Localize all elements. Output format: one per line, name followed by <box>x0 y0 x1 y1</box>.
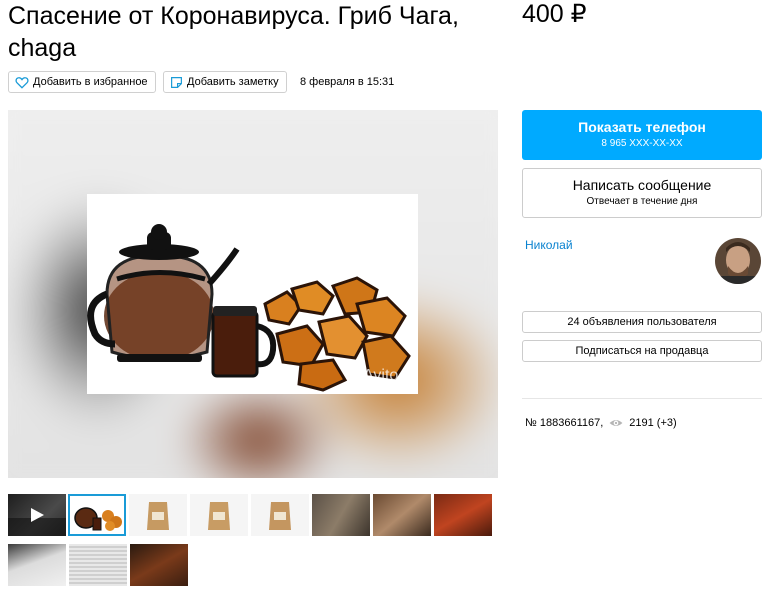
chaga-tea-photo: Avito <box>87 224 411 392</box>
seller-listings-button[interactable]: 24 объявления пользователя <box>522 311 762 333</box>
thumbnail-bag-1[interactable] <box>129 494 187 536</box>
avito-watermark: Avito <box>345 367 398 384</box>
show-phone-button[interactable]: Показать телефон 8 965 XXX-XX-XX <box>522 110 762 160</box>
main-photo[interactable]: Avito <box>87 194 418 394</box>
seller-name-link[interactable]: Николай <box>525 238 573 252</box>
view-count: 2191 (+3) <box>629 417 677 429</box>
thumbnail-photo-7[interactable] <box>373 494 431 536</box>
divider <box>522 398 762 399</box>
phone-masked: 8 965 XXX-XX-XX <box>601 138 683 149</box>
thumbnail-photo-10[interactable] <box>69 544 127 586</box>
publish-date: 8 февраля в 15:31 <box>300 76 395 88</box>
thumbnail-bag-2[interactable] <box>190 494 248 536</box>
thumbnail-photo-11[interactable] <box>130 544 188 586</box>
reply-time-hint: Отвечает в течение дня <box>586 196 698 207</box>
listing-price: 400 ₽ <box>522 0 587 28</box>
thumbnail-bag-3[interactable] <box>251 494 309 536</box>
seller-avatar[interactable] <box>715 238 761 284</box>
thumbnail-photo-6[interactable] <box>312 494 370 536</box>
play-icon <box>8 508 66 536</box>
heart-outline-icon <box>15 76 29 89</box>
subscribe-seller-button[interactable]: Подписаться на продавца <box>522 340 762 362</box>
thumbnail-photo-8[interactable] <box>434 494 492 536</box>
thumbnail-video[interactable] <box>8 494 66 536</box>
eye-icon <box>609 420 623 426</box>
add-note-button[interactable]: Добавить заметку <box>163 71 287 93</box>
note-label: Добавить заметку <box>187 76 279 88</box>
thumbnail-photo-9[interactable] <box>8 544 66 586</box>
thumbnail-selected[interactable] <box>68 494 126 536</box>
listing-title: Спасение от Коронавируса. Гриб Чага, cha… <box>8 2 459 62</box>
photo-viewer[interactable]: Avito <box>8 110 498 478</box>
write-message-button[interactable]: Написать сообщение Отвечает в течение дн… <box>522 168 762 218</box>
watermark-text: Avito <box>363 367 398 384</box>
write-message-label: Написать сообщение <box>572 177 712 193</box>
favorite-label: Добавить в избранное <box>33 76 148 88</box>
add-to-favorites-button[interactable]: Добавить в избранное <box>8 71 156 93</box>
ad-number: № 1883661167, <box>525 417 604 429</box>
ad-stats: № 1883661167, 2191 (+3) <box>525 416 677 430</box>
show-phone-label: Показать телефон <box>578 119 706 135</box>
note-icon <box>171 76 182 88</box>
